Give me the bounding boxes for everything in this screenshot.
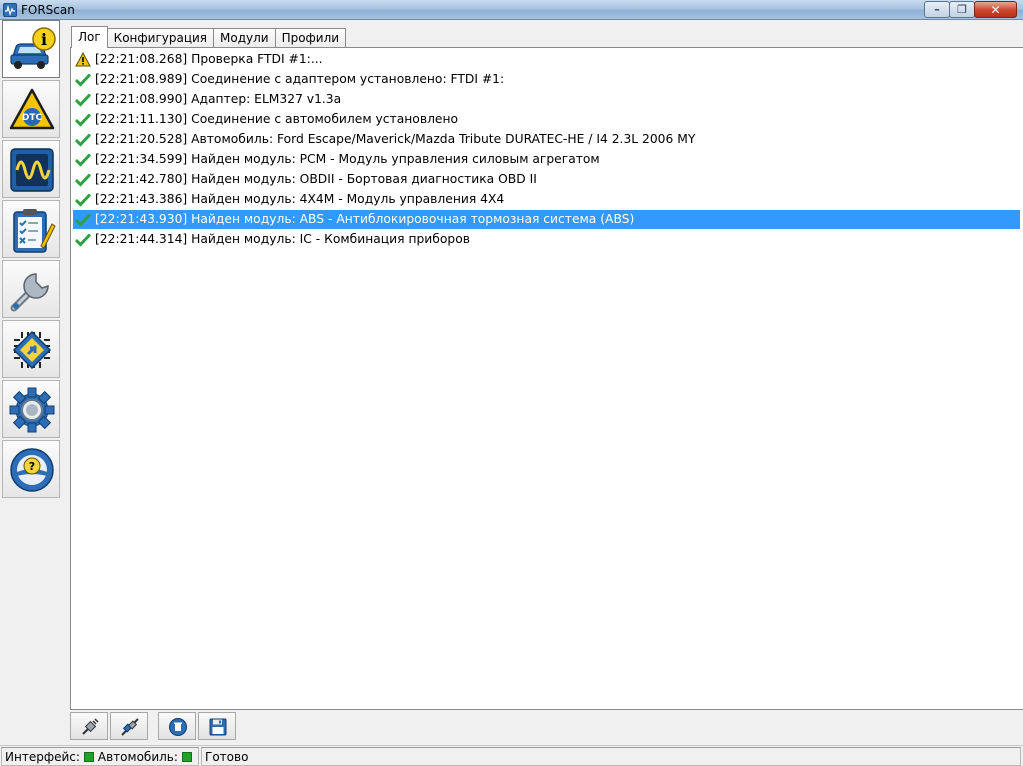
steering-help-icon: ? xyxy=(10,448,54,492)
state-panel: Готово xyxy=(201,747,1021,766)
log-toolbar xyxy=(70,712,238,742)
close-button[interactable]: ✕ xyxy=(974,1,1017,18)
wrench-icon xyxy=(10,273,49,312)
tab-modules[interactable]: Модули xyxy=(213,28,276,48)
check-icon xyxy=(75,233,91,247)
vehicle-label: Автомобиль: xyxy=(97,750,178,764)
check-icon xyxy=(75,193,91,207)
connection-status: Интерфейс: Автомобиль: xyxy=(1,747,199,766)
log-entry[interactable]: [22:21:34.599] Найден модуль: PCM - Моду… xyxy=(73,150,1020,169)
sidebar-item-service[interactable] xyxy=(2,260,60,318)
oscilloscope-icon xyxy=(10,148,54,192)
sidebar-item-dtc[interactable]: DTC xyxy=(2,80,60,138)
check-icon xyxy=(75,113,91,127)
log-entry-selected[interactable]: [22:21:43.930] Найден модуль: ABS - Анти… xyxy=(73,210,1020,229)
check-icon xyxy=(75,153,91,167)
disconnect-button[interactable] xyxy=(70,712,108,740)
title-bar[interactable]: FORScan – ❐ ✕ xyxy=(0,0,1023,20)
sidebar-item-oscilloscope[interactable] xyxy=(2,140,60,198)
svg-text:i: i xyxy=(41,30,47,49)
car-info-icon: i xyxy=(10,27,56,69)
check-icon xyxy=(75,173,91,187)
status-bar: Интерфейс: Автомобиль: Готово xyxy=(0,745,1023,766)
log-entry[interactable]: [22:21:08.990] Адаптер: ELM327 v1.3a xyxy=(73,90,1020,109)
log-entry[interactable]: [22:21:44.314] Найден модуль: IC - Комби… xyxy=(73,230,1020,249)
sidebar-item-configuration[interactable] xyxy=(2,320,60,378)
log-entry[interactable]: [22:21:11.130] Соединение с автомобилем … xyxy=(73,110,1020,129)
interface-label: Интерфейс: xyxy=(5,750,80,764)
log-list[interactable]: [22:21:08.268] Проверка FTDI #1:... [22:… xyxy=(70,47,1023,710)
vehicle-status-led xyxy=(181,752,192,762)
tab-configuration[interactable]: Конфигурация xyxy=(106,28,214,48)
sidebar-item-vehicle-info[interactable]: i xyxy=(2,20,60,78)
sidebar-item-settings[interactable] xyxy=(2,380,60,438)
sidebar-item-tests[interactable] xyxy=(2,200,60,258)
interface-status-led xyxy=(83,752,94,762)
state-text: Готово xyxy=(205,750,249,764)
clear-log-button[interactable] xyxy=(158,712,196,740)
main-sidebar: i DTC ? xyxy=(0,20,62,744)
check-icon xyxy=(75,213,91,227)
app-icon xyxy=(3,3,17,17)
log-entry[interactable]: [22:21:43.386] Найден модуль: 4X4M - Мод… xyxy=(73,190,1020,209)
tab-log[interactable]: Лог xyxy=(71,26,108,48)
sidebar-item-help[interactable]: ? xyxy=(2,440,60,498)
floppy-icon xyxy=(209,718,227,736)
connect-button[interactable] xyxy=(110,712,148,740)
dtc-warning-icon: DTC xyxy=(9,88,55,130)
log-entry[interactable]: [22:21:08.989] Соединение с адаптером ус… xyxy=(73,70,1020,89)
tab-profiles[interactable]: Профили xyxy=(274,28,347,48)
plug-connect-icon xyxy=(121,718,139,736)
chip-icon xyxy=(12,330,52,370)
check-icon xyxy=(75,133,91,147)
svg-text:DTC: DTC xyxy=(22,113,43,123)
check-icon xyxy=(75,73,91,87)
trash-icon xyxy=(169,718,187,736)
checklist-icon xyxy=(13,209,56,253)
plug-icon xyxy=(82,718,99,735)
save-log-button[interactable] xyxy=(198,712,236,740)
warning-icon xyxy=(75,52,91,67)
check-icon xyxy=(75,93,91,107)
tab-bar: Лог Конфигурация Модули Профили xyxy=(71,26,347,48)
minimize-button[interactable]: – xyxy=(924,1,950,18)
svg-text:?: ? xyxy=(29,460,35,473)
gear-icon xyxy=(9,387,55,433)
log-entry[interactable]: [22:21:20.528] Автомобиль: Ford Escape/M… xyxy=(73,130,1020,149)
log-entry[interactable]: [22:21:08.268] Проверка FTDI #1:... xyxy=(73,50,1020,69)
restore-button[interactable]: ❐ xyxy=(949,1,975,18)
log-entry[interactable]: [22:21:42.780] Найден модуль: OBDII - Бо… xyxy=(73,170,1020,189)
window-title: FORScan xyxy=(21,3,75,17)
